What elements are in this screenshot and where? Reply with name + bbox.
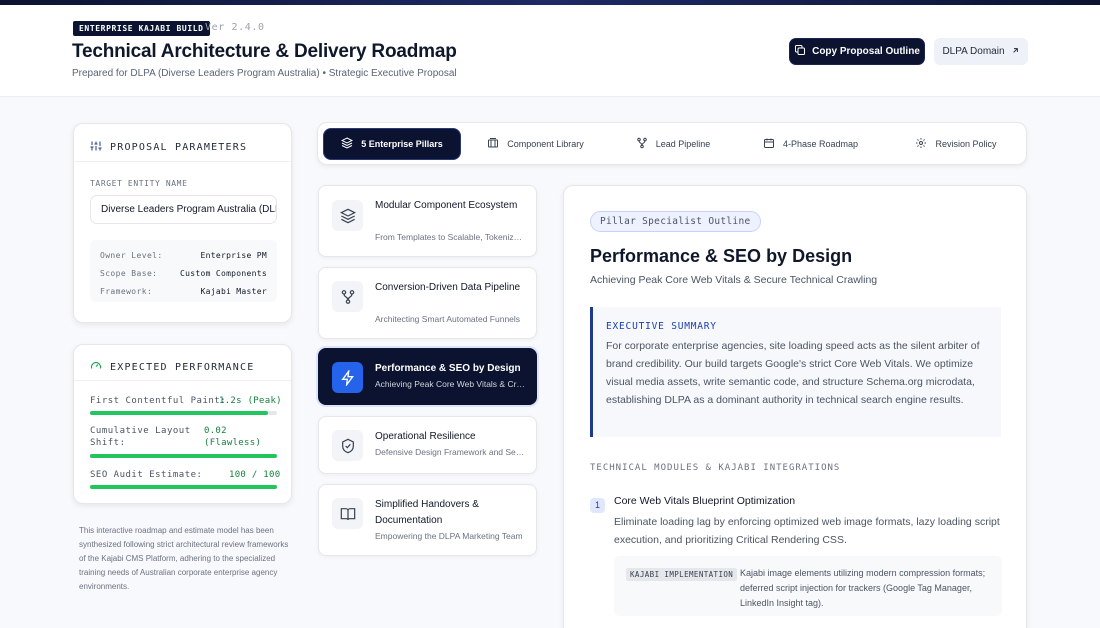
meta-row-owner: Owner Level: Enterprise PM — [100, 251, 267, 260]
pillar-title: Conversion-Driven Data Pipeline — [375, 282, 521, 293]
tab-4-phase-roadmap[interactable]: 4-Phase Roadmap — [748, 129, 873, 159]
pillar-performance-seo[interactable]: Performance & SEO by Design Achieving Pe… — [318, 348, 537, 405]
external-link-icon — [1011, 46, 1020, 58]
cls-value: 0.02 (Flawless) — [204, 426, 262, 448]
module-number: 1 — [590, 498, 605, 513]
implementation-tag: KAJABI IMPLEMENTATION — [626, 568, 738, 581]
fcp-label: First Contentful Paint: — [90, 396, 227, 406]
layers-icon — [341, 137, 354, 151]
fcp-value: 1.2s (Peak) — [219, 396, 282, 406]
proposal-parameters-card: PROPOSAL PARAMETERS TARGET ENTITY NAME D… — [73, 123, 292, 323]
divider — [74, 161, 291, 162]
pillar-specialist-tag: Pillar Specialist Outline — [590, 211, 761, 232]
implementation-text: Kajabi image elements utilizing modern c… — [740, 568, 986, 608]
pillar-subtitle: Architecting Smart Automated Funnels — [375, 314, 521, 324]
copy-icon — [794, 44, 806, 59]
pillar-subtitle: Defensive Design Framework and Security — [375, 447, 525, 457]
lightning-icon — [332, 362, 363, 393]
dlpa-domain-label: DLPA Domain — [942, 46, 1005, 57]
detail-title: Performance & SEO by Design — [590, 246, 853, 266]
pillar-subtitle: Achieving Peak Core Web Vitals & Crawlin… — [375, 379, 525, 389]
module-title: Core Web Vitals Blueprint Optimization — [614, 495, 796, 507]
expected-performance-card: EXPECTED PERFORMANCE First Contentful Pa… — [73, 344, 292, 504]
expected-performance-heading: EXPECTED PERFORMANCE — [90, 360, 254, 375]
seo-bar-fill — [90, 485, 277, 489]
book-icon — [332, 498, 363, 529]
entity-name-input[interactable]: Diverse Leaders Program Australia (DLPA) — [90, 195, 277, 224]
methodology-note: This interactive roadmap and estimate mo… — [79, 526, 289, 591]
pillar-subtitle: From Templates to Scalable, Tokenized Sy… — [375, 232, 525, 242]
proposal-parameters-heading: PROPOSAL PARAMETERS — [90, 140, 247, 155]
executive-summary-box: EXECUTIVE SUMMARY For corporate enterpri… — [590, 307, 1001, 437]
seo-value: 100 / 100 — [229, 470, 281, 480]
shield-check-icon — [332, 430, 363, 461]
fcp-bar — [90, 411, 277, 415]
module-description: Eliminate loading lag by enforcing optim… — [614, 516, 1000, 546]
gear-icon — [915, 137, 927, 151]
git-branch-icon — [636, 137, 648, 151]
copy-proposal-label: Copy Proposal Outline — [812, 46, 920, 57]
layers-icon — [332, 200, 363, 231]
library-icon — [487, 137, 499, 151]
pillar-handovers-documentation[interactable]: Simplified Handovers & Documentation Emp… — [318, 484, 537, 556]
entity-label: TARGET ENTITY NAME — [90, 179, 188, 188]
tab-component-library[interactable]: Component Library — [473, 129, 598, 159]
seo-label: SEO Audit Estimate: — [90, 470, 203, 480]
tab-enterprise-pillars[interactable]: 5 Enterprise Pillars — [324, 129, 460, 159]
gauge-icon — [90, 360, 102, 375]
pillar-title: Modular Component Ecosystem — [375, 200, 518, 211]
tab-lead-pipeline[interactable]: Lead Pipeline — [618, 129, 728, 159]
pillar-subtitle: Empowering the DLPA Marketing Team — [375, 531, 523, 541]
executive-summary-text: For corporate enterprise agencies, site … — [606, 340, 980, 406]
pillar-title: Operational Resilience — [375, 431, 476, 442]
meta-row-scope: Scope Base: Custom Components — [100, 269, 267, 278]
pillar-detail-panel: Pillar Specialist Outline Performance & … — [563, 185, 1027, 628]
cls-bar-fill — [90, 454, 277, 458]
pillar-modular-component-ecosystem[interactable]: Modular Component Ecosystem From Templat… — [318, 185, 537, 257]
build-badge: ENTERPRISE KAJABI BUILD — [73, 21, 210, 36]
section-tabs: 5 Enterprise Pillars Component Library L… — [317, 122, 1027, 165]
version-label: Ver 2.4.0 — [205, 22, 265, 33]
divider — [74, 380, 291, 381]
dlpa-domain-button[interactable]: DLPA Domain — [934, 38, 1028, 65]
cls-bar — [90, 454, 277, 458]
sliders-icon — [90, 140, 102, 155]
meta-row-framework: Framework: Kajabi Master — [100, 287, 267, 296]
pillar-title: Performance & SEO by Design — [375, 363, 521, 374]
parameter-meta-box: Owner Level: Enterprise PM Scope Base: C… — [90, 240, 277, 302]
pillar-title: Simplified Handovers & Documentation — [375, 499, 479, 526]
tab-revision-policy[interactable]: Revision Policy — [896, 129, 1016, 159]
pillar-conversion-data-pipeline[interactable]: Conversion-Driven Data Pipeline Architec… — [318, 267, 537, 339]
pillar-operational-resilience[interactable]: Operational Resilience Defensive Design … — [318, 416, 537, 474]
page-header: ENTERPRISE KAJABI BUILD Ver 2.4.0 Techni… — [0, 5, 1100, 97]
page-title: Technical Architecture & Delivery Roadma… — [72, 41, 457, 62]
executive-summary-heading: EXECUTIVE SUMMARY — [606, 321, 717, 332]
seo-bar — [90, 485, 277, 489]
page-subtitle: Prepared for DLPA (Diverse Leaders Progr… — [72, 68, 457, 79]
modules-heading: TECHNICAL MODULES & KAJABI INTEGRATIONS — [590, 463, 841, 473]
fcp-bar-fill — [90, 411, 268, 415]
cls-label: Cumulative Layout Shift: — [90, 426, 191, 448]
detail-subtitle: Achieving Peak Core Web Vitals & Secure … — [590, 274, 878, 286]
calendar-icon — [763, 137, 775, 151]
copy-proposal-button[interactable]: Copy Proposal Outline — [790, 39, 924, 64]
git-branch-icon — [332, 281, 363, 312]
kajabi-implementation-box: KAJABI IMPLEMENTATION Kajabi image eleme… — [614, 556, 1002, 616]
